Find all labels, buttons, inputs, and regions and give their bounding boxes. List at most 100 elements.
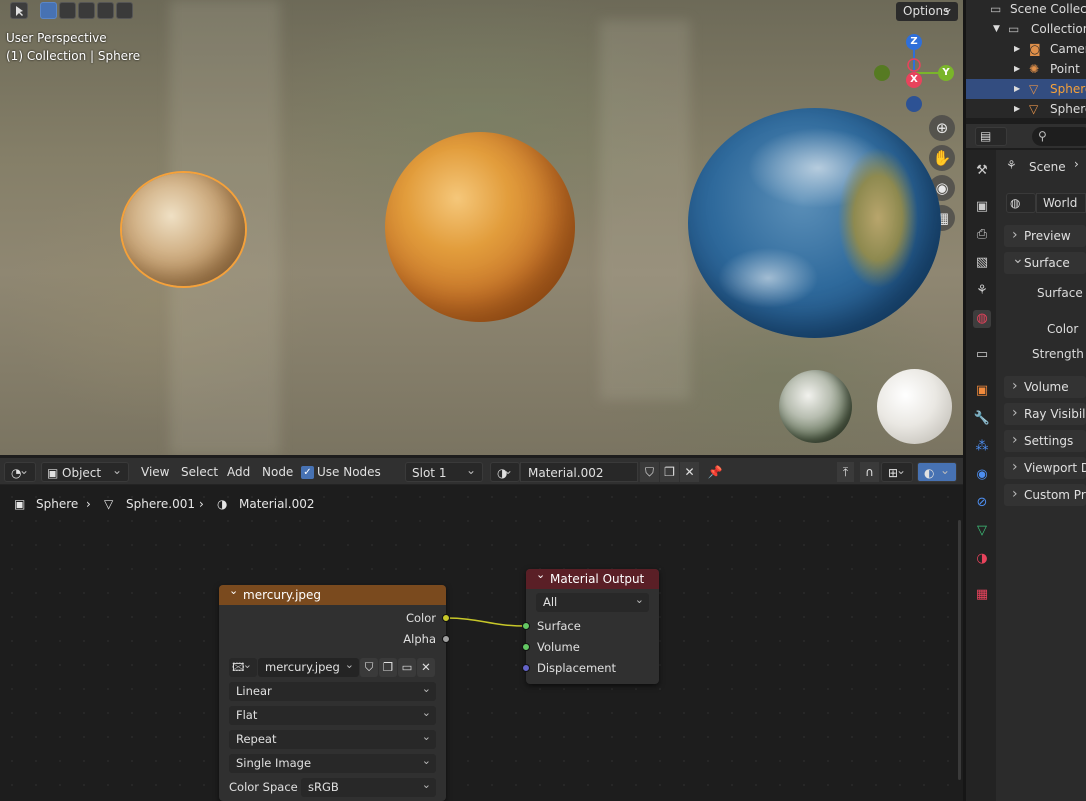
material-tab-icon[interactable]: ◑: [973, 550, 991, 568]
world-name-field[interactable]: World: [1036, 193, 1086, 213]
section-volume[interactable]: Volume: [1004, 376, 1086, 398]
snap-grid-dropdown[interactable]: ⊞: [881, 460, 913, 482]
render-tab-icon[interactable]: ▣: [973, 198, 991, 216]
output-alpha-label: Alpha: [403, 632, 436, 646]
outliner-row[interactable]: ▭ Scene Collection: [966, 0, 1086, 19]
select-tool-icon[interactable]: [10, 2, 28, 19]
overlays-dropdown[interactable]: ◐: [917, 460, 957, 482]
data-tab-icon[interactable]: ▽: [973, 522, 991, 540]
output-color-socket[interactable]: [442, 614, 450, 622]
slot-dropdown[interactable]: Slot 1: [405, 460, 483, 482]
pin-icon[interactable]: 📌: [707, 462, 723, 482]
gizmo-x-axis[interactable]: X: [906, 72, 922, 88]
image-browse-dropdown[interactable]: 🖾: [229, 655, 257, 677]
projection-dropdown[interactable]: Flat: [229, 703, 436, 725]
section-preview[interactable]: Preview: [1004, 225, 1086, 247]
extension-dropdown[interactable]: Repeat: [229, 727, 436, 749]
input-surface-socket[interactable]: [522, 622, 530, 630]
select-box-invert-icon[interactable]: [97, 2, 114, 19]
gizmo-neg-z-axis[interactable]: [906, 96, 922, 112]
snap-magnet-icon[interactable]: ∩: [860, 462, 879, 482]
material-browse-dropdown[interactable]: ◑: [490, 460, 520, 482]
interpolation-value: Linear: [236, 684, 272, 698]
gizmo-z-axis[interactable]: Z: [906, 34, 922, 50]
node-canvas[interactable]: [0, 485, 963, 801]
outliner-row-selected[interactable]: ▶ ▽ Sphere: [966, 79, 1086, 99]
venus-sphere[interactable]: [385, 132, 575, 322]
mercury-sphere-selected[interactable]: [122, 173, 245, 286]
gizmo-neg-y-axis[interactable]: [874, 65, 890, 81]
constraints-tab-icon[interactable]: ⊘: [973, 494, 991, 512]
options-dropdown[interactable]: Options ⌄: [896, 1, 958, 21]
properties-search-input[interactable]: ⚲: [1032, 127, 1086, 146]
node-editor-scrollbar[interactable]: [958, 520, 961, 780]
image-icon: 🖾: [232, 660, 245, 674]
select-box-intersect-icon[interactable]: [116, 2, 133, 19]
menu-view[interactable]: View: [141, 462, 169, 482]
modifier-wrench-icon[interactable]: 🔧: [973, 410, 991, 428]
select-box-subtract-icon[interactable]: [78, 2, 95, 19]
input-displacement-socket[interactable]: [522, 664, 530, 672]
material-name-field[interactable]: Material.002: [520, 462, 638, 482]
chevron-right-icon: ›: [199, 497, 204, 511]
section-viewport-display[interactable]: Viewport Display: [1004, 457, 1086, 479]
open-folder-icon[interactable]: ▭: [398, 658, 416, 677]
unlink-close-icon[interactable]: ✕: [680, 462, 699, 482]
source-dropdown[interactable]: Single Image: [229, 751, 436, 773]
gizmo-y-axis[interactable]: Y: [938, 65, 954, 81]
object-mode-dropdown[interactable]: ▣ Object: [41, 460, 129, 482]
outliner-row[interactable]: ▶ ◙ Camera: [966, 39, 1086, 59]
collection-tab-icon[interactable]: ▭: [973, 346, 991, 364]
unlink-close-icon[interactable]: ✕: [417, 658, 435, 677]
output-alpha-socket[interactable]: [442, 635, 450, 643]
tool-tab-icon[interactable]: ⚒: [973, 162, 991, 180]
editor-type-dropdown[interactable]: ◔: [4, 460, 36, 482]
3d-viewport[interactable]: Options ⌄ User Perspective (1) Collection…: [0, 0, 963, 455]
object-tab-icon[interactable]: ▣: [973, 382, 991, 400]
image-name-field[interactable]: mercury.jpeg: [258, 655, 359, 677]
color-space-dropdown[interactable]: sRGB: [301, 775, 436, 797]
section-ray-visibility[interactable]: Ray Visibility: [1004, 403, 1086, 425]
physics-tab-icon[interactable]: ◉: [973, 466, 991, 484]
image-node-title[interactable]: mercury.jpeg: [219, 581, 446, 605]
zoom-icon[interactable]: ⊕: [929, 115, 955, 141]
input-volume-socket[interactable]: [522, 643, 530, 651]
output-target-dropdown[interactable]: All: [536, 590, 649, 612]
fake-user-shield-icon[interactable]: ⛉: [360, 658, 378, 677]
select-box-new-icon[interactable]: [40, 2, 57, 19]
outliner-row[interactable]: ▶ ✺ Point: [966, 59, 1086, 79]
world-tab-icon[interactable]: ◍: [973, 310, 991, 328]
duplicate-icon[interactable]: ❐: [379, 658, 397, 677]
section-custom-properties[interactable]: Custom Properties: [1004, 484, 1086, 506]
output-tab-icon[interactable]: ⎙: [973, 226, 991, 244]
world-browse-dropdown[interactable]: ◍: [1006, 193, 1036, 213]
outliner-row[interactable]: ▶ ▽ Sphere: [966, 99, 1086, 119]
scene-tab-icon[interactable]: ⚘: [973, 282, 991, 300]
projection-value: Flat: [236, 708, 258, 722]
parent-node-arrow-icon[interactable]: ⤒: [837, 462, 854, 482]
mode-label: Object: [62, 466, 102, 480]
view-layer-tab-icon[interactable]: ▧: [973, 254, 991, 272]
world-icon: ◍: [1010, 196, 1021, 210]
section-settings[interactable]: Settings: [1004, 430, 1086, 452]
editor-type-dropdown[interactable]: ▤: [975, 127, 1007, 146]
outliner-row[interactable]: ▼ ▭ Collection: [966, 19, 1086, 39]
section-surface[interactable]: Surface: [1004, 252, 1086, 274]
interpolation-dropdown[interactable]: Linear: [229, 679, 436, 701]
use-nodes-checkbox[interactable]: ✓: [301, 466, 314, 479]
menu-add[interactable]: Add: [227, 462, 250, 482]
navigation-gizmo[interactable]: Z X Y: [870, 32, 958, 114]
chevron-right-icon: ▶: [1014, 84, 1021, 93]
fake-user-shield-icon[interactable]: ⛉: [640, 462, 659, 482]
output-node-title[interactable]: Material Output: [526, 565, 659, 589]
image-texture-node[interactable]: mercury.jpeg Color Alpha 🖾 mercury.jpeg …: [219, 581, 450, 801]
menu-node[interactable]: Node: [262, 462, 293, 482]
menu-select[interactable]: Select: [181, 462, 218, 482]
particles-tab-icon[interactable]: ⁂: [973, 438, 991, 456]
material-output-node[interactable]: Material Output All Surface Volume Displ…: [522, 565, 659, 684]
select-box-extend-icon[interactable]: [59, 2, 76, 19]
texture-tab-icon[interactable]: ▦: [973, 586, 991, 604]
hand-icon[interactable]: ✋: [929, 145, 955, 171]
duplicate-icon[interactable]: ❐: [660, 462, 679, 482]
earth-sphere[interactable]: [688, 108, 941, 338]
